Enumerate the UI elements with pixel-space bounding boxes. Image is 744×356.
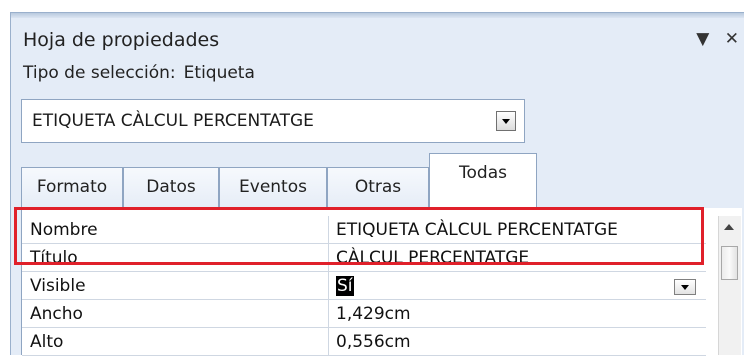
scroll-up-arrow-icon[interactable]	[724, 224, 734, 230]
property-row-titulo[interactable]: Título CÀLCUL PERCENTATGE	[22, 244, 706, 272]
object-selector-value: ETIQUETA CÀLCUL PERCENTATGE	[32, 111, 314, 131]
property-name: Título	[30, 248, 78, 268]
property-value[interactable]: 1,429cm	[336, 304, 411, 324]
property-name: Alto	[30, 332, 64, 352]
property-row-nombre[interactable]: Nombre ETIQUETA CÀLCUL PERCENTATGE	[22, 216, 706, 244]
selected-value-text: Sí	[336, 276, 354, 296]
title-controls: ▼ ✕	[686, 29, 739, 49]
property-value[interactable]: 0,556cm	[336, 332, 411, 352]
property-value[interactable]: CÀLCUL PERCENTATGE	[336, 248, 529, 268]
panel-menu-dropdown-icon[interactable]: ▼	[696, 29, 709, 49]
property-name: Nombre	[30, 220, 98, 240]
vertical-scrollbar[interactable]	[718, 216, 741, 355]
selection-type-label: Tipo de selección:	[23, 63, 176, 83]
close-icon[interactable]: ✕	[725, 29, 739, 49]
column-divider	[328, 272, 329, 300]
column-divider	[328, 300, 329, 328]
property-name: Ancho	[30, 304, 83, 324]
column-divider	[328, 216, 329, 244]
property-name: Visible	[30, 276, 86, 296]
property-row-ancho[interactable]: Ancho 1,429cm	[22, 300, 706, 328]
column-divider	[328, 244, 329, 272]
property-row-alto[interactable]: Alto 0,556cm	[22, 328, 706, 356]
property-tabs: Formato Datos Eventos Otras Todas	[21, 153, 561, 208]
chevron-down-icon[interactable]	[674, 279, 696, 295]
chevron-down-icon[interactable]	[496, 111, 516, 131]
properties-grid: Nombre ETIQUETA CÀLCUL PERCENTATGE Títul…	[21, 208, 742, 356]
tab-eventos[interactable]: Eventos	[219, 167, 327, 207]
property-row-visible[interactable]: Visible Sí	[22, 272, 706, 300]
panel-top-strip	[11, 13, 744, 18]
property-value[interactable]: ETIQUETA CÀLCUL PERCENTATGE	[336, 220, 618, 240]
object-selector-combo[interactable]: ETIQUETA CÀLCUL PERCENTATGE	[21, 99, 525, 143]
scroll-thumb[interactable]	[721, 246, 738, 280]
selection-type-value: Etiqueta	[183, 63, 255, 83]
panel-title: Hoja de propiedades	[23, 29, 220, 51]
selection-type: Tipo de selección: Etiqueta	[23, 63, 255, 83]
property-sheet-panel: Hoja de propiedades ▼ ✕ Tipo de selecció…	[10, 12, 744, 356]
property-value[interactable]: Sí	[336, 276, 354, 296]
tab-otras[interactable]: Otras	[327, 167, 429, 207]
tab-formato[interactable]: Formato	[21, 167, 123, 207]
column-divider	[328, 328, 329, 356]
tab-todas[interactable]: Todas	[429, 153, 537, 208]
tab-datos[interactable]: Datos	[123, 167, 219, 207]
